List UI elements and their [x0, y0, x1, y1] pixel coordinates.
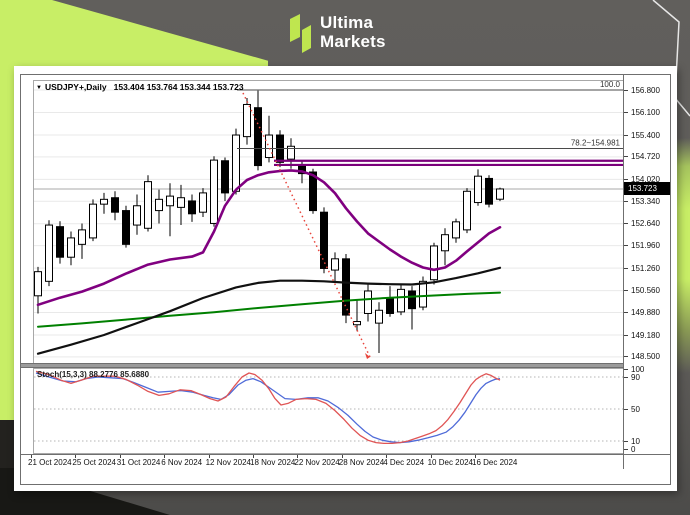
- price-tick-label: 156.800: [624, 86, 660, 95]
- chart-title: ▼USDJPY+,Daily 153.404 153.764 153.344 15…: [36, 82, 244, 92]
- candle: [442, 228, 449, 265]
- candle: [46, 220, 53, 286]
- stochastic-label: Stoch(15,3,3) 88.2776 85.6880: [37, 370, 149, 379]
- candle: [233, 129, 240, 195]
- price-axis[interactable]: 153.723 156.800 156.100 155.400 154.720 154.…: [623, 75, 671, 469]
- fib-label: 78.2~154.981: [571, 138, 621, 147]
- symbol-period-label: USDJPY+,Daily: [45, 82, 107, 92]
- candle: [222, 158, 229, 201]
- price-tick-label: 153.340: [624, 197, 660, 206]
- candle: [486, 175, 493, 207]
- date-tick-label: 4 Dec 2024: [383, 458, 424, 467]
- current-price-badge: 153.723: [624, 182, 670, 195]
- candle: [57, 221, 64, 263]
- candle: [178, 185, 185, 225]
- chart-card: 100.0 78.2~154.981 ▼USDJPY+,Daily 153.404 …: [14, 66, 677, 491]
- stochastic-panel[interactable]: [33, 368, 624, 454]
- candle: [398, 285, 405, 316]
- price-tick-label: 150.560: [624, 286, 660, 295]
- brand-wordmark: Ultima Markets: [320, 11, 386, 55]
- candle: [35, 267, 42, 314]
- candle: [343, 254, 350, 323]
- candle: [156, 190, 163, 224]
- candle: [255, 91, 262, 171]
- price-tick-label: 151.960: [624, 241, 660, 250]
- candle: [332, 252, 339, 281]
- symbol-dropdown-icon[interactable]: ▼: [36, 85, 42, 91]
- stoch-tick-label: 50: [624, 405, 640, 414]
- stoch-tick-label: 90: [624, 373, 640, 382]
- ohlc-values: 153.404 153.764 153.344 153.723: [114, 82, 244, 92]
- candle: [167, 183, 174, 236]
- lime-top-decoration: [0, 0, 268, 66]
- candle: [497, 188, 504, 202]
- page: Ultima Markets 100.0 78.2~154.981 ▼USDJPY…: [0, 0, 690, 515]
- price-tick-label: 154.020: [624, 175, 660, 184]
- date-axis[interactable]: 21 Oct 202425 Oct 202431 Oct 20246 Nov 2…: [21, 454, 670, 470]
- candle: [145, 175, 152, 231]
- candle: [453, 219, 460, 243]
- price-tick-label: 151.260: [624, 264, 660, 273]
- candle: [112, 191, 119, 220]
- date-tick-label: 16 Dec 2024: [472, 458, 517, 467]
- stoch-signal-line: [36, 371, 500, 443]
- stoch-tick-label: 0: [624, 445, 635, 454]
- ultima-logo-icon: [289, 11, 315, 55]
- candle: [68, 231, 75, 265]
- candle: [420, 277, 427, 311]
- candle: [321, 207, 328, 273]
- trendline[interactable]: [243, 93, 370, 357]
- candle: [211, 156, 218, 226]
- date-tick-label: 22 Nov 2024: [294, 458, 339, 467]
- candle: [200, 188, 207, 217]
- candle: [409, 286, 416, 329]
- candle: [134, 195, 141, 235]
- date-tick-label: 18 Nov 2024: [250, 458, 295, 467]
- ma-purple: [38, 170, 500, 304]
- date-tick-label: 28 Nov 2024: [339, 458, 384, 467]
- price-tick-label: 149.180: [624, 331, 660, 340]
- candle: [79, 223, 86, 258]
- candle: [376, 302, 383, 353]
- price-tick-label: 155.400: [624, 131, 660, 140]
- price-tick-label: 154.720: [624, 152, 660, 161]
- candle: [189, 195, 196, 222]
- candles-layer: [35, 91, 504, 353]
- price-tick-label: 149.880: [624, 308, 660, 317]
- price-tick-label: 156.100: [624, 108, 660, 117]
- date-tick-label: 25 Oct 2024: [72, 458, 116, 467]
- lime-left-strip: [0, 66, 14, 420]
- candle: [464, 188, 471, 233]
- date-tick-label: 31 Oct 2024: [117, 458, 161, 467]
- candle: [475, 169, 482, 205]
- date-tick-label: 12 Nov 2024: [206, 458, 251, 467]
- candle: [90, 199, 97, 241]
- fib-label: 100.0: [600, 80, 621, 89]
- date-tick-label: 21 Oct 2024: [28, 458, 72, 467]
- candle: [123, 206, 130, 248]
- ma-green: [38, 293, 500, 327]
- price-panel[interactable]: 100.0 78.2~154.981: [33, 80, 624, 364]
- price-tick-label: 148.500: [624, 352, 660, 361]
- candle: [266, 116, 273, 163]
- brand-logo: Ultima Markets: [289, 11, 386, 55]
- candle: [101, 193, 108, 214]
- price-tick-label: 152.640: [624, 219, 660, 228]
- candle: [431, 243, 438, 285]
- candle: [365, 285, 372, 322]
- mt4-chart-window: 100.0 78.2~154.981 ▼USDJPY+,Daily 153.404 …: [20, 74, 671, 485]
- date-tick-label: 10 Dec 2024: [428, 458, 473, 467]
- date-tick-label: 6 Nov 2024: [161, 458, 202, 467]
- candle: [244, 98, 251, 145]
- brand-line1: Ultima: [320, 14, 386, 33]
- stoch-main-line: [36, 373, 500, 443]
- brand-line2: Markets: [320, 33, 386, 52]
